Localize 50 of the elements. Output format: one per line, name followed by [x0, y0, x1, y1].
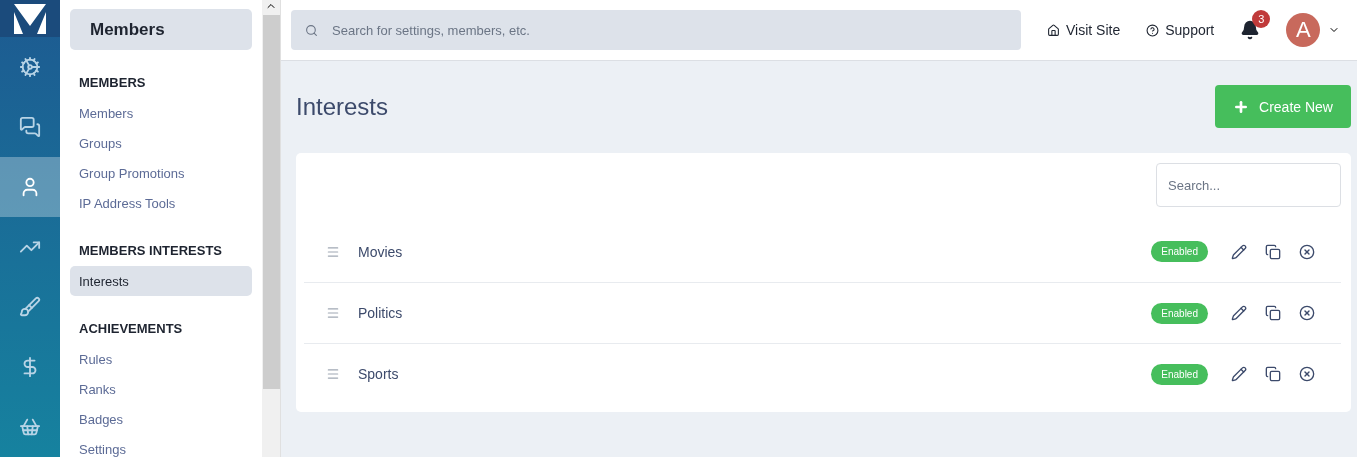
pencil-icon[interactable]: [1231, 305, 1247, 321]
bell-icon[interactable]: [1240, 20, 1261, 40]
interest-name: Politics: [358, 305, 404, 321]
home-icon: [1047, 23, 1060, 37]
search-field[interactable]: Search...: [1156, 163, 1341, 207]
basket-icon: [19, 416, 41, 438]
sidebar-item[interactable]: Rules: [70, 344, 252, 374]
delete-icon[interactable]: [1299, 243, 1315, 260]
copy-icon[interactable]: [1265, 243, 1281, 260]
chat-icon: [19, 116, 41, 138]
section-heading: MEMBERS INTERESTS: [79, 243, 223, 260]
section-heading: ACHIEVEMENTS: [79, 321, 184, 338]
drag-handle-icon[interactable]: [326, 244, 340, 259]
sidebar-item[interactable]: Ranks: [70, 374, 252, 404]
brush-icon: [19, 296, 41, 318]
sidebar-item[interactable]: IP Address Tools: [70, 188, 252, 218]
pencil-icon[interactable]: [1231, 366, 1247, 382]
pencil-icon[interactable]: [1231, 243, 1247, 260]
interest-name: Movies: [358, 243, 404, 260]
avatar[interactable]: A: [1286, 13, 1321, 47]
page-title: Interests: [296, 92, 389, 121]
status-badge: Enabled: [1151, 363, 1208, 385]
search-field[interactable]: Search for settings, members, etc.: [330, 21, 1021, 39]
plus-icon: [1233, 98, 1250, 115]
drag-handle-icon[interactable]: [326, 367, 340, 381]
status-badge: Enabled: [1151, 241, 1208, 262]
sidebar-item[interactable]: Groups: [70, 128, 252, 158]
section-heading: MEMBERS: [79, 75, 147, 92]
search-icon: [305, 23, 318, 37]
delete-icon[interactable]: [1299, 305, 1315, 321]
sidebar-item[interactable]: Settings: [70, 434, 252, 457]
notification-badge: 3: [1252, 10, 1271, 28]
visit-site-link[interactable]: Visit Site: [1047, 22, 1121, 38]
scrollbar-thumb[interactable]: [262, 15, 280, 389]
sidebar-title: Members: [70, 9, 252, 50]
search-bar[interactable]: Search for settings, members, etc.: [291, 10, 1021, 50]
help-icon: [1146, 23, 1160, 37]
delete-icon[interactable]: [1299, 366, 1315, 382]
logo-icon[interactable]: [14, 3, 46, 34]
sidebar-item[interactable]: Badges: [70, 404, 252, 434]
sidebar-item[interactable]: Interests: [70, 266, 252, 296]
gears-icon: [19, 56, 41, 78]
copy-icon[interactable]: [1265, 366, 1281, 382]
sidebar-item[interactable]: Members: [70, 98, 252, 128]
interest-name: Sports: [358, 366, 400, 382]
sidebar-item[interactable]: Group Promotions: [70, 158, 252, 188]
drag-handle-icon[interactable]: [326, 306, 340, 320]
status-badge: Enabled: [1151, 302, 1208, 324]
copy-icon[interactable]: [1265, 305, 1281, 321]
support-link[interactable]: Support: [1146, 22, 1215, 38]
